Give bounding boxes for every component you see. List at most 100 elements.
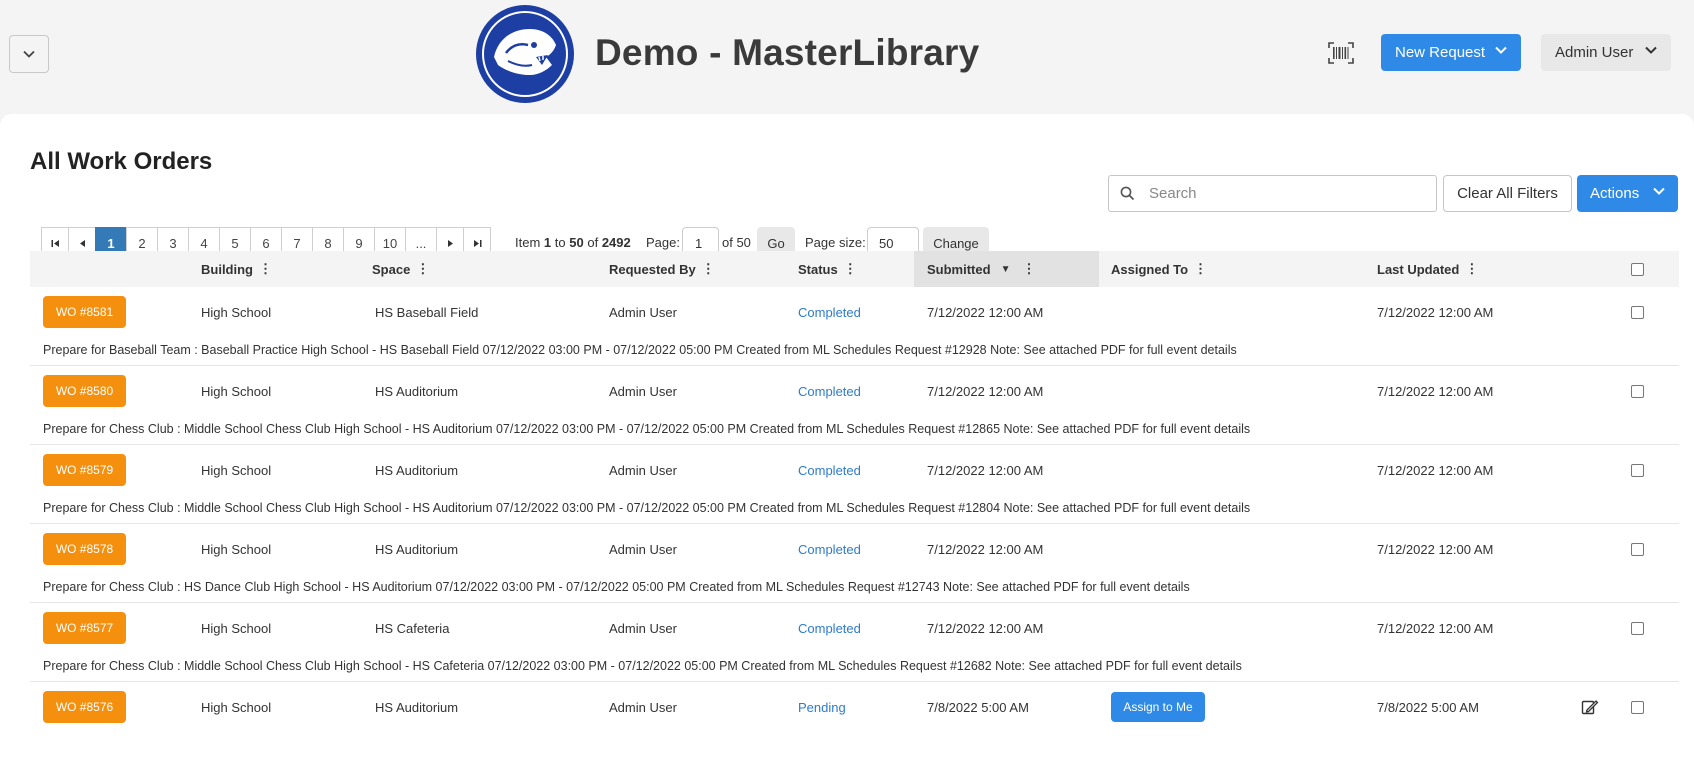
- last-updated-cell: 7/12/2022 12:00 AM: [1377, 305, 1494, 320]
- sort-descending-icon: ▼: [1000, 263, 1011, 275]
- space-cell: HS Baseball Field: [375, 305, 479, 320]
- column-menu-icon[interactable]: ⋮: [702, 261, 715, 277]
- checkbox-box: [1631, 262, 1644, 276]
- menu-toggle-button[interactable]: [9, 35, 49, 73]
- requested-by-cell: Admin User: [609, 700, 677, 715]
- row-description: Prepare for Chess Club : HS Dance Club H…: [43, 580, 1190, 594]
- work-order-badge[interactable]: WO #8579: [43, 454, 126, 486]
- column-menu-icon[interactable]: ⋮: [259, 261, 272, 277]
- user-name: Admin User: [1555, 44, 1634, 61]
- row-checkbox[interactable]: [1631, 622, 1644, 635]
- item-to: 50: [569, 235, 584, 250]
- space-cell: HS Auditorium: [375, 463, 459, 478]
- building-cell: High School: [201, 700, 272, 715]
- main-panel: All Work Orders Clear All Filters Action…: [0, 114, 1694, 761]
- column-label: Submitted: [927, 261, 991, 277]
- row-checkbox[interactable]: [1631, 701, 1644, 714]
- table-row[interactable]: WO #8580 High School HS Auditorium Admin…: [30, 366, 1679, 445]
- work-order-badge[interactable]: WO #8576: [43, 691, 126, 723]
- requested-by-cell: Admin User: [609, 542, 677, 557]
- barcode-scan-button[interactable]: [1327, 40, 1355, 66]
- row-description: Prepare for Baseball Team : Baseball Pra…: [43, 343, 1237, 357]
- next-page-icon: [447, 239, 453, 247]
- building-cell: High School: [201, 305, 272, 320]
- submitted-cell: 7/12/2022 12:00 AM: [927, 384, 1044, 399]
- new-request-button[interactable]: New Request: [1381, 34, 1521, 71]
- table-row[interactable]: WO #8578 High School HS Auditorium Admin…: [30, 524, 1679, 603]
- item-prefix: Item: [515, 235, 541, 250]
- actions-button[interactable]: Actions: [1577, 175, 1678, 212]
- column-header-assigned-to[interactable]: Assigned To ⋮: [1111, 251, 1207, 287]
- row-checkbox[interactable]: [1631, 543, 1644, 556]
- item-of-word: of: [587, 235, 599, 250]
- user-menu-button[interactable]: Admin User: [1541, 34, 1671, 71]
- status-cell: Completed: [798, 384, 861, 399]
- column-menu-icon[interactable]: ⋮: [1465, 261, 1478, 277]
- item-from: 1: [543, 235, 552, 250]
- work-order-badge[interactable]: WO #8581: [43, 296, 126, 328]
- app-title: Demo - MasterLibrary: [595, 32, 980, 73]
- table-row[interactable]: WO #8577 High School HS Cafeteria Admin …: [30, 603, 1679, 682]
- work-order-badge[interactable]: WO #8577: [43, 612, 126, 644]
- requested-by-cell: Admin User: [609, 305, 677, 320]
- column-header-last-updated[interactable]: Last Updated ⋮: [1377, 251, 1478, 287]
- item-total: 2492: [601, 235, 631, 250]
- chevron-down-icon: [1653, 187, 1665, 195]
- column-header-submitted[interactable]: Submitted ▼ ⋮: [914, 251, 1099, 287]
- column-label: Assigned To: [1111, 261, 1189, 277]
- chevron-down-icon: [1495, 46, 1507, 54]
- search-input[interactable]: [1149, 176, 1429, 211]
- clear-all-filters-button[interactable]: Clear All Filters: [1443, 175, 1572, 212]
- building-cell: High School: [201, 463, 272, 478]
- status-cell: Completed: [798, 542, 861, 557]
- building-cell: High School: [201, 542, 272, 557]
- actions-label: Actions: [1590, 185, 1640, 202]
- page-count-label: of 50: [722, 235, 751, 250]
- column-menu-icon[interactable]: ⋮: [1022, 261, 1035, 277]
- space-cell: HS Auditorium: [375, 700, 459, 715]
- requested-by-cell: Admin User: [609, 384, 677, 399]
- column-menu-icon[interactable]: ⋮: [844, 261, 857, 277]
- column-label: Last Updated: [1377, 261, 1460, 277]
- table-row[interactable]: WO #8581 High School HS Baseball Field A…: [30, 287, 1679, 366]
- work-order-badge[interactable]: WO #8580: [43, 375, 126, 407]
- requested-by-cell: Admin User: [609, 621, 677, 636]
- table-row[interactable]: WO #8579 High School HS Auditorium Admin…: [30, 445, 1679, 524]
- work-order-badge[interactable]: WO #8578: [43, 533, 126, 565]
- edit-icon[interactable]: [1581, 698, 1599, 719]
- row-checkbox[interactable]: [1631, 464, 1644, 477]
- school-logo: [476, 5, 574, 103]
- building-cell: High School: [201, 384, 272, 399]
- submitted-cell: 7/12/2022 12:00 AM: [927, 621, 1044, 636]
- table-row[interactable]: WO #8576 High School HS Auditorium Admin…: [30, 682, 1679, 761]
- row-description: Prepare for Chess Club : Middle School C…: [43, 422, 1251, 436]
- column-header-building[interactable]: Building ⋮: [201, 251, 272, 287]
- column-header-requested-by[interactable]: Requested By ⋮: [609, 251, 715, 287]
- column-label: Space: [372, 261, 411, 277]
- chevron-down-icon: [23, 50, 35, 58]
- last-updated-cell: 7/12/2022 12:00 AM: [1377, 542, 1494, 557]
- submitted-cell: 7/12/2022 12:00 AM: [927, 305, 1044, 320]
- submitted-cell: 7/8/2022 5:00 AM: [927, 700, 1029, 715]
- search-box[interactable]: [1108, 175, 1437, 212]
- column-menu-icon[interactable]: ⋮: [416, 261, 429, 277]
- column-header-status[interactable]: Status ⋮: [798, 251, 857, 287]
- prev-page-icon: [79, 239, 85, 247]
- last-updated-cell: 7/8/2022 5:00 AM: [1377, 700, 1479, 715]
- row-checkbox[interactable]: [1631, 306, 1644, 319]
- column-label: Requested By: [609, 261, 696, 277]
- page-label: Page:: [646, 235, 680, 250]
- row-checkbox[interactable]: [1631, 385, 1644, 398]
- table-header: Building ⋮ Space ⋮ Requested By ⋮ Status ⋮ S…: [30, 251, 1679, 287]
- search-icon: [1120, 186, 1135, 201]
- new-request-label: New Request: [1395, 44, 1486, 61]
- column-header-space[interactable]: Space ⋮: [372, 251, 429, 287]
- select-all-checkbox[interactable]: [1631, 251, 1644, 287]
- column-label: Building: [201, 261, 253, 277]
- assign-to-me-button[interactable]: Assign to Me: [1111, 692, 1205, 722]
- last-updated-cell: 7/12/2022 12:00 AM: [1377, 463, 1494, 478]
- item-range-info: Item 1 to 50 of 2492: [515, 235, 631, 250]
- last-updated-cell: 7/12/2022 12:00 AM: [1377, 384, 1494, 399]
- edit-note-icon: [1581, 700, 1599, 715]
- column-menu-icon[interactable]: ⋮: [1194, 261, 1207, 277]
